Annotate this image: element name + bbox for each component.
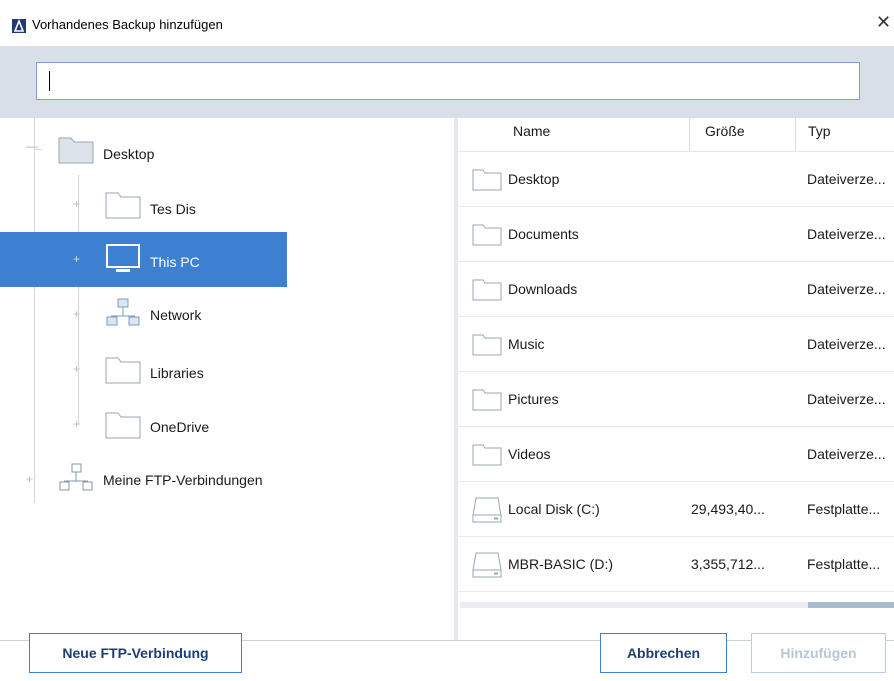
item-type: Dateiverze... (807, 281, 886, 297)
tree-item-label: Meine FTP-Verbindungen (103, 472, 263, 488)
window-title: Vorhandenes Backup hinzufügen (32, 17, 223, 32)
app-logo-icon (12, 19, 26, 33)
folder-tree: — Desktop + Tes Dis + This PC + Network (0, 118, 454, 640)
item-type: Dateiverze... (807, 336, 886, 352)
item-type: Dateiverze... (807, 171, 886, 187)
item-name: Documents (508, 226, 579, 242)
monitor-icon (106, 244, 140, 272)
hard-disk-icon (472, 497, 502, 523)
horizontal-scrollbar[interactable] (460, 602, 894, 608)
item-type: Festplatte... (807, 556, 881, 572)
folder-icon (105, 357, 141, 384)
list-item[interactable]: Desktop Dateiverze... (458, 152, 894, 207)
tree-item-ftp-connections[interactable]: + Meine FTP-Verbindungen (0, 452, 454, 507)
item-name: MBR-BASIC (D:) (508, 556, 613, 572)
ftp-connections-icon (59, 463, 93, 491)
list-item[interactable]: MBR-BASIC (D:) 3,355,712... Festplatte..… (458, 537, 894, 592)
tree-item-onedrive[interactable]: + OneDrive (0, 397, 454, 452)
expand-icon[interactable]: + (26, 472, 33, 486)
folder-icon (472, 334, 502, 356)
folder-icon (472, 444, 502, 466)
search-input[interactable] (36, 62, 860, 100)
folder-icon (472, 169, 502, 191)
network-icon (106, 298, 140, 326)
item-size: 3,355,712... (691, 556, 765, 572)
title-bar: Vorhandenes Backup hinzufügen ✕ (0, 0, 894, 46)
cancel-button[interactable]: Abbrechen (600, 633, 727, 673)
new-ftp-connection-button[interactable]: Neue FTP-Verbindung (29, 633, 242, 673)
column-header-name[interactable]: Name (513, 118, 550, 153)
tree-item-desktop[interactable]: — Desktop (0, 122, 454, 177)
text-caret (49, 71, 50, 91)
column-header-type[interactable]: Typ (808, 118, 831, 153)
folder-icon (105, 192, 141, 219)
item-type: Festplatte... (807, 501, 881, 517)
tree-item-libraries[interactable]: + Libraries (0, 342, 454, 397)
item-type: Dateiverze... (807, 446, 886, 462)
folder-icon (472, 389, 502, 411)
search-band (0, 46, 894, 118)
item-name: Downloads (508, 281, 578, 297)
scrollbar-thumb[interactable] (808, 602, 894, 608)
expand-icon[interactable]: + (73, 197, 80, 211)
close-icon[interactable]: ✕ (876, 13, 891, 31)
expand-icon[interactable]: + (73, 417, 80, 431)
hard-disk-icon (472, 552, 502, 578)
list-item[interactable]: Videos Dateiverze... (458, 427, 894, 482)
column-separator[interactable] (689, 118, 690, 151)
tree-item-tes-dis[interactable]: + Tes Dis (0, 177, 454, 232)
list-item[interactable]: Pictures Dateiverze... (458, 372, 894, 427)
tree-item-network[interactable]: + Network (0, 287, 454, 342)
expand-icon[interactable]: + (73, 362, 80, 376)
item-name: Music (508, 336, 545, 352)
tree-item-label: This PC (150, 254, 200, 270)
tree-item-label: Libraries (150, 365, 204, 381)
list-item[interactable]: Music Dateiverze... (458, 317, 894, 372)
tree-item-this-pc[interactable]: + This PC (0, 232, 287, 287)
item-type: Dateiverze... (807, 391, 886, 407)
expand-icon[interactable]: + (73, 252, 80, 266)
folder-icon (58, 137, 94, 164)
tree-item-label: OneDrive (150, 419, 210, 435)
item-name: Local Disk (C:) (508, 501, 600, 517)
item-size: 29,493,40... (691, 501, 765, 517)
list-item[interactable]: Documents Dateiverze... (458, 207, 894, 262)
item-name: Desktop (508, 171, 560, 187)
item-name: Pictures (508, 391, 559, 407)
folder-icon (472, 224, 502, 246)
column-separator[interactable] (795, 118, 796, 151)
tree-item-label: Tes Dis (150, 201, 196, 217)
item-name: Videos (508, 446, 551, 462)
folder-icon (105, 412, 141, 439)
add-button[interactable]: Hinzufügen (751, 633, 886, 673)
tree-item-label: Desktop (103, 146, 155, 162)
collapse-icon[interactable]: — (26, 139, 38, 153)
list-item[interactable]: Downloads Dateiverze... (458, 262, 894, 317)
expand-icon[interactable]: + (73, 307, 80, 321)
list-item[interactable]: Local Disk (C:) 29,493,40... Festplatte.… (458, 482, 894, 537)
item-type: Dateiverze... (807, 226, 886, 242)
tree-item-label: Network (150, 307, 202, 323)
file-list: Name Größe Typ Desktop Dateiverze... Doc… (458, 118, 894, 640)
column-header-size[interactable]: Größe (705, 118, 745, 153)
folder-icon (472, 279, 502, 301)
